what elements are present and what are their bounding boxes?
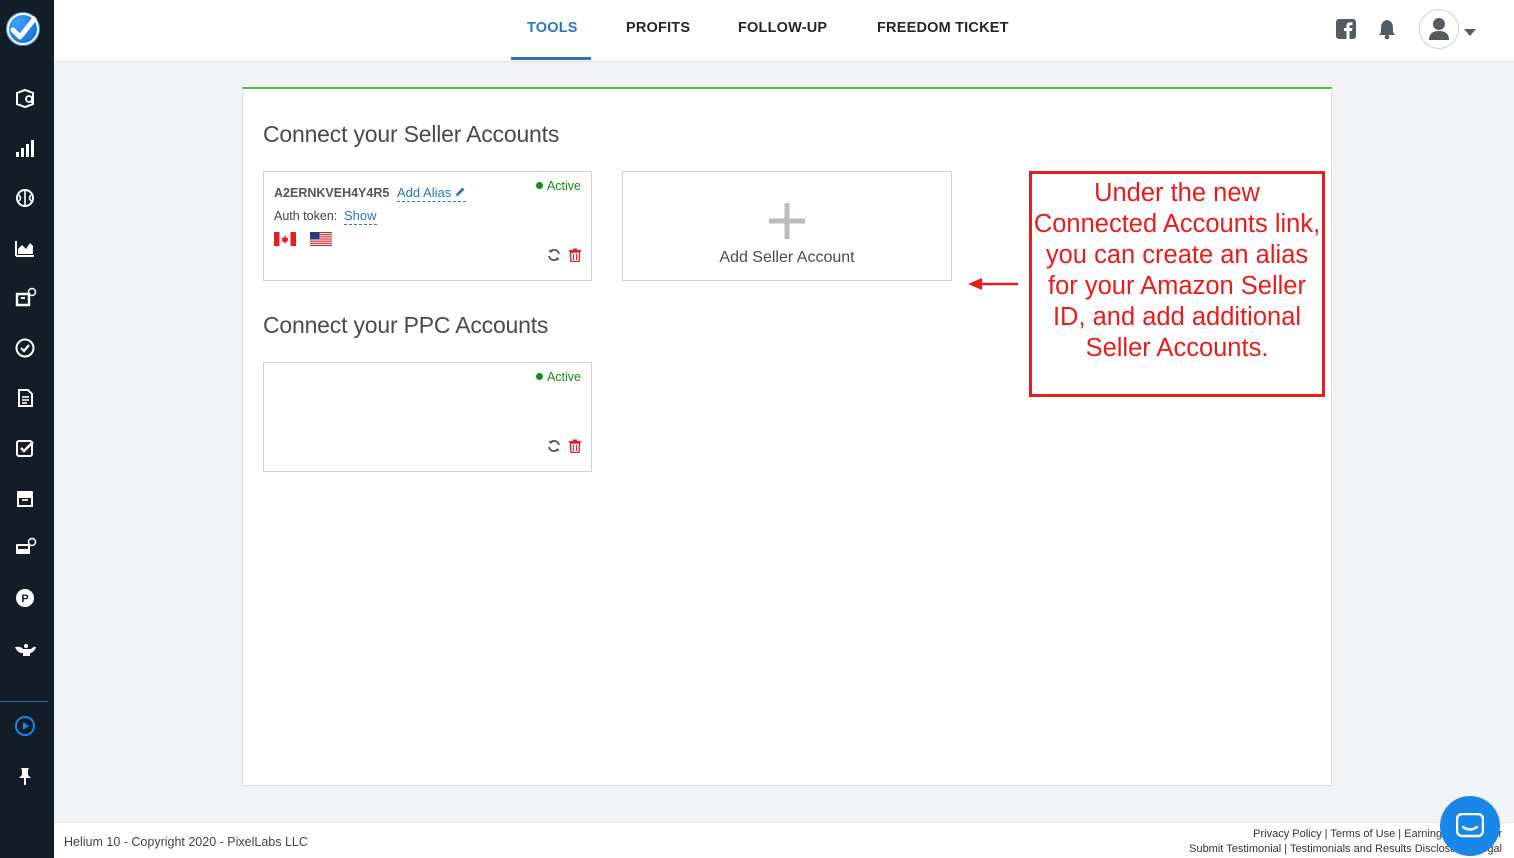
chat-icon [1456,813,1484,838]
pencil-icon [455,185,466,200]
add-alias-link[interactable]: Add Alias [397,185,466,202]
ppc-accounts-title: Connect your PPC Accounts [263,312,549,338]
refresh-icon[interactable] [547,439,561,458]
seller-status-badge: Active [535,179,581,193]
tab-tools[interactable]: TOOLS [527,0,578,60]
chevron-down-icon[interactable] [1464,24,1476,42]
annotation-callout: Under the new Connected Accounts link, y… [1029,171,1325,397]
sidebar-divider [0,701,48,702]
seller-account-card: A2ERNKVEH4Y4R5 Add Alias Auth token: Sho… [263,171,592,281]
copyright-text: Helium 10 - Copyright 2020 - PixelLabs L… [64,835,308,849]
active-tab-underline [511,57,591,60]
brain-icon[interactable] [13,186,37,210]
submit-testimonial-link[interactable]: Submit Testimonial [1189,843,1281,855]
annotation-arrow-icon [968,276,1020,297]
refund-genie-icon[interactable] [13,286,37,310]
helium10-logo[interactable] [6,12,40,46]
status-dot-icon [535,182,543,189]
canada-flag-icon [274,232,296,246]
terms-of-use-link[interactable]: Terms of Use [1330,828,1395,840]
ppc-status-text: Active [546,370,581,384]
black-box-icon[interactable] [13,86,37,110]
document-icon[interactable] [13,386,37,410]
notification-bell-icon[interactable] [1376,18,1398,45]
checklist-icon[interactable] [13,436,37,460]
play-icon[interactable] [13,714,37,738]
delete-icon[interactable] [569,439,581,458]
ppc-status-badge: Active [535,370,581,384]
tab-profits[interactable]: PROFITS [626,0,690,60]
sidebar: P [0,0,54,858]
show-token-link[interactable]: Show [344,208,377,225]
profits-p-icon[interactable]: P [13,586,37,610]
testimonials-disclosure-link[interactable]: Testimonials and Results Disclosure [1290,843,1466,855]
market-tracker-icon[interactable] [13,236,37,260]
status-dot-icon [535,373,543,380]
top-navbar: TOOLS PROFITS FOLLOW-UP FREEDOM TICKET [54,0,1514,62]
add-seller-account-label: Add Seller Account [719,249,855,266]
refresh-icon[interactable] [547,248,561,267]
svg-text:P: P [21,593,28,605]
add-alias-label: Add Alias [397,185,452,200]
footer: Helium 10 - Copyright 2020 - PixelLabs L… [54,822,1514,858]
pin-icon[interactable] [13,764,37,788]
seller-status-text: Active [546,179,581,193]
privacy-policy-link[interactable]: Privacy Policy [1253,828,1321,840]
tab-follow-up[interactable]: FOLLOW-UP [738,0,827,60]
check-icon[interactable] [13,336,37,360]
facebook-icon[interactable] [1335,18,1357,45]
user-avatar[interactable] [1419,9,1459,49]
seller-id: A2ERNKVEH4Y4R5 [274,186,390,200]
add-seller-account-button[interactable]: Add Seller Account [622,171,952,281]
keyword-tools-icon[interactable] [13,136,37,160]
tab-freedom-ticket[interactable]: FREEDOM TICKET [877,0,1009,60]
delete-icon[interactable] [569,248,581,267]
usa-flag-icon [310,232,332,246]
genie-lamp-icon[interactable] [13,636,37,660]
auth-token-label: Auth token: [274,209,338,223]
ppc-account-card: Active [263,362,592,472]
chat-support-button[interactable] [1440,796,1500,856]
plus-icon [768,202,806,245]
seller-accounts-title: Connect your Seller Accounts [263,121,560,147]
inventory-icon[interactable] [13,486,37,510]
alerts-icon[interactable] [13,536,37,560]
